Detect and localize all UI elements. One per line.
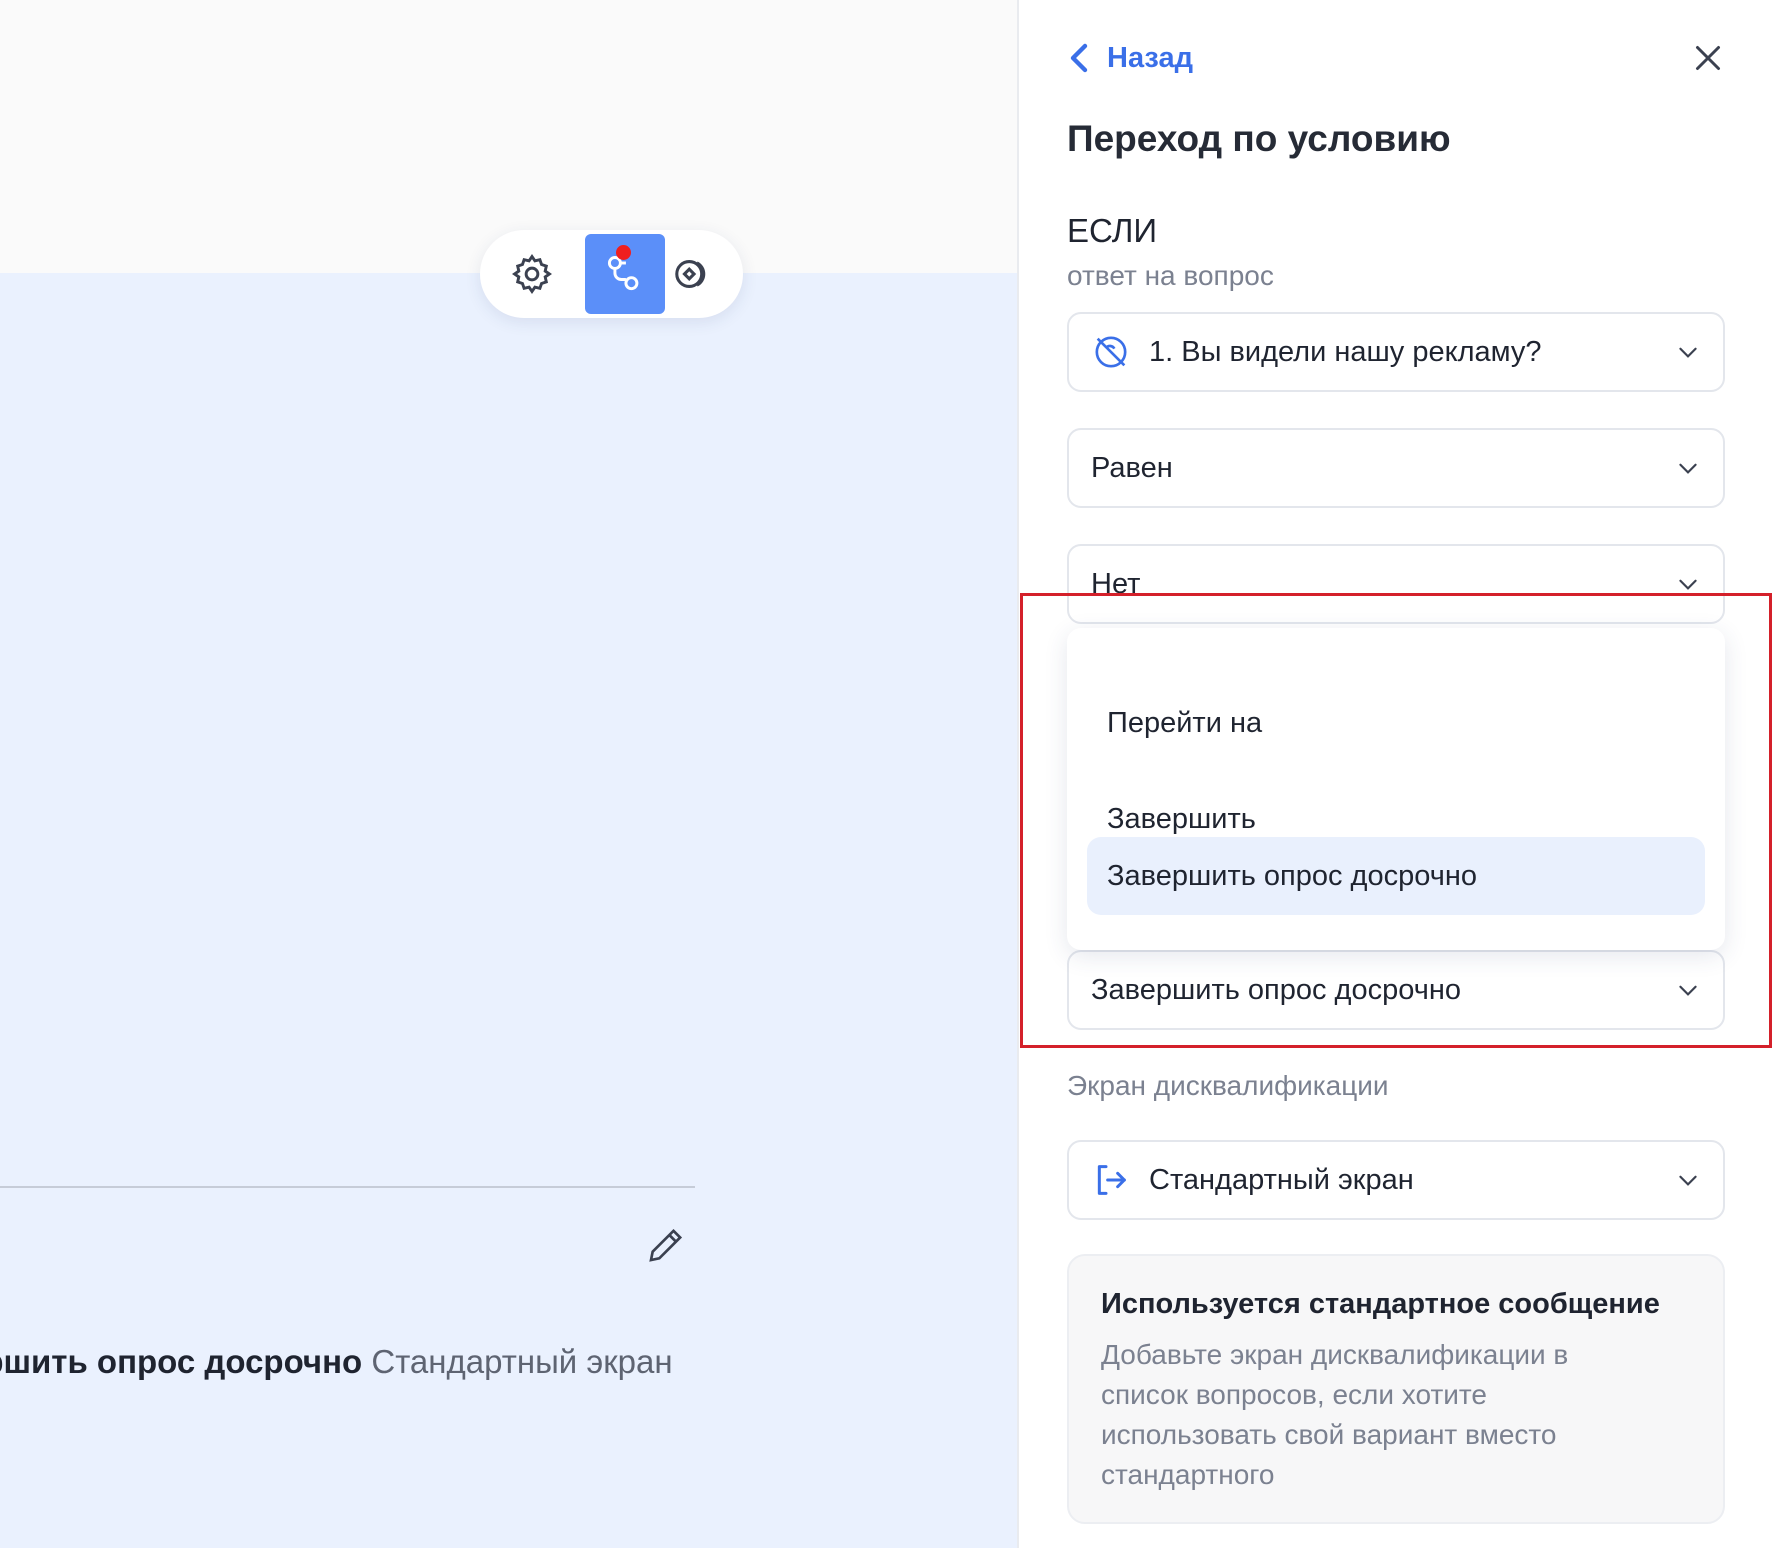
chevron-down-icon: [1679, 463, 1697, 474]
gear-icon: [512, 254, 552, 294]
note-body: Добавьте экран дисквалификации в список …: [1101, 1339, 1569, 1490]
operator-select[interactable]: Равен: [1067, 428, 1725, 508]
note-title: Используется стандартное сообщение: [1101, 1288, 1660, 1320]
settings-button[interactable]: [492, 234, 572, 314]
question-select[interactable]: 1. Вы видели нашу рекламу?: [1067, 312, 1725, 392]
condition-summary: ершить опрос досрочно Стандартный экран: [0, 1340, 705, 1384]
summary-action: ершить опрос досрочно: [0, 1343, 363, 1380]
if-label: ЕСЛИ: [1067, 212, 1158, 249]
eye-icon: [675, 260, 706, 288]
exit-icon: [1097, 1165, 1126, 1195]
close-button[interactable]: [1690, 40, 1726, 76]
disqualification-label: Экран дисквалификации: [1067, 1070, 1389, 1101]
notification-badge: [616, 245, 631, 260]
highlight-box: [1020, 593, 1772, 1048]
chevron-left-icon: [1070, 43, 1088, 73]
hidden-question-icon: [1095, 336, 1127, 368]
if-sublabel: ответ на вопрос: [1067, 260, 1274, 291]
pencil-icon: [649, 1228, 683, 1262]
operator-select-value: Равен: [1091, 451, 1173, 484]
canvas-divider: [0, 1186, 695, 1188]
panel-title: Переход по условию: [1067, 118, 1451, 159]
back-label: Назад: [1107, 41, 1193, 74]
close-icon: [1696, 46, 1720, 70]
preview-button[interactable]: [655, 234, 735, 314]
chevron-down-icon: [1679, 1175, 1697, 1186]
question-select-value: 1. Вы видели нашу рекламу?: [1149, 335, 1542, 368]
edit-button[interactable]: [646, 1225, 686, 1265]
summary-screen: Стандартный экран: [371, 1343, 673, 1380]
chevron-down-icon: [1679, 347, 1697, 358]
floating-toolbar: [480, 230, 743, 318]
screen-select[interactable]: Стандартный экран: [1067, 1140, 1725, 1220]
screen-select-value: Стандартный экран: [1149, 1163, 1414, 1196]
back-link[interactable]: Назад: [1067, 40, 1193, 76]
info-note: Используется стандартное сообщение Добав…: [1067, 1254, 1725, 1524]
